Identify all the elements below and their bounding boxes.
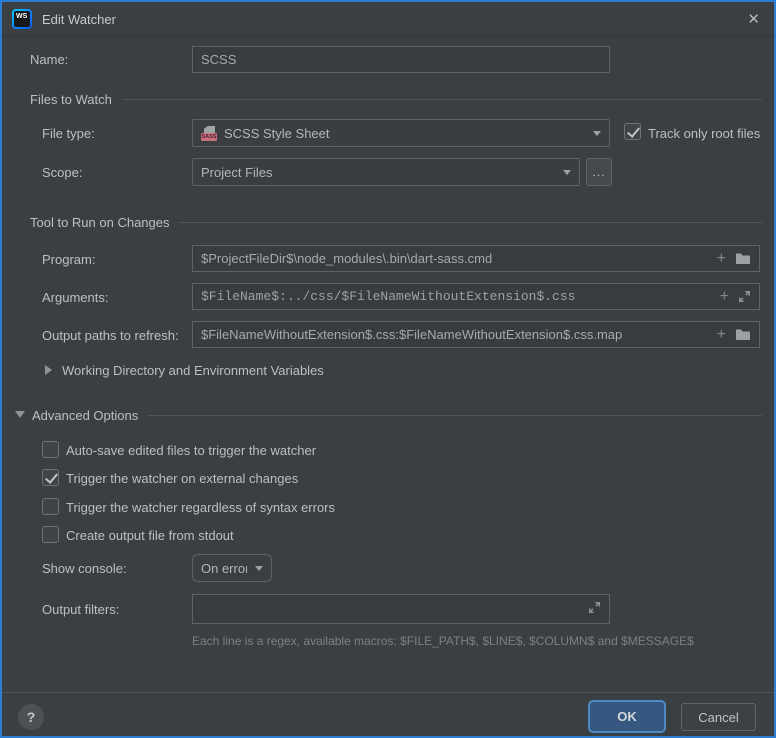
output-paths-value: $FileNameWithoutExtension$.css:$FileName…	[201, 327, 709, 342]
ok-button[interactable]: OK	[588, 700, 666, 733]
dialog-title: Edit Watcher	[42, 12, 116, 27]
file-type-select[interactable]: SASS SCSS Style Sheet	[192, 119, 610, 147]
output-filters-label: Output filters:	[42, 602, 119, 617]
help-button[interactable]: ?	[18, 704, 44, 730]
file-type-value: SCSS Style Sheet	[224, 126, 585, 141]
chevron-down-icon	[255, 566, 263, 571]
close-icon[interactable]: ✕	[747, 10, 760, 28]
files-to-watch-section: Files to Watch	[30, 92, 762, 107]
output-filters-hint: Each line is a regex, available macros: …	[192, 634, 694, 648]
show-console-value: On error	[201, 561, 247, 576]
insert-macro-icon[interactable]: +	[720, 289, 729, 305]
track-root-label: Track only root files	[648, 126, 760, 141]
program-label: Program:	[42, 252, 95, 267]
name-value: SCSS	[201, 52, 601, 67]
tool-section: Tool to Run on Changes	[30, 215, 762, 230]
program-input[interactable]: $ProjectFileDir$\node_modules\.bin\dart-…	[192, 245, 760, 272]
edit-watcher-dialog: WS Edit Watcher ✕ Name: SCSS Files to Wa…	[0, 0, 776, 738]
syntax-errors-label: Trigger the watcher regardless of syntax…	[66, 500, 335, 515]
external-changes-checkbox[interactable]	[42, 469, 59, 486]
section-divider	[122, 99, 762, 100]
arguments-input[interactable]: $FileName$:../css/$FileNameWithoutExtens…	[192, 283, 760, 310]
arguments-value: $FileName$:../css/$FileNameWithoutExtens…	[201, 289, 712, 304]
cancel-button[interactable]: Cancel	[681, 703, 756, 731]
scope-label: Scope:	[42, 165, 82, 180]
title-bar: WS Edit Watcher ✕	[2, 2, 774, 36]
output-paths-input[interactable]: $FileNameWithoutExtension$.css:$FileName…	[192, 321, 760, 348]
working-dir-toggle[interactable]: Working Directory and Environment Variab…	[62, 363, 324, 378]
name-input[interactable]: SCSS	[192, 46, 610, 73]
chevron-down-icon	[593, 131, 601, 136]
webstorm-logo-icon: WS	[12, 9, 32, 29]
expand-icon[interactable]	[588, 601, 601, 614]
output-filters-input[interactable]	[192, 594, 610, 624]
scope-select[interactable]: Project Files	[192, 158, 580, 186]
external-changes-label: Trigger the watcher on external changes	[66, 471, 298, 486]
expand-arrow-icon[interactable]	[15, 411, 25, 418]
file-type-label: File type:	[42, 126, 95, 141]
autosave-checkbox[interactable]	[42, 441, 59, 458]
scope-browse-button[interactable]: ...	[586, 158, 612, 186]
chevron-down-icon	[563, 170, 571, 175]
stdout-checkbox[interactable]	[42, 526, 59, 543]
program-value: $ProjectFileDir$\node_modules\.bin\dart-…	[201, 251, 709, 266]
folder-browse-icon[interactable]	[735, 252, 751, 265]
autosave-label: Auto-save edited files to trigger the wa…	[66, 443, 316, 458]
tool-section-title: Tool to Run on Changes	[30, 215, 169, 230]
webstorm-logo-text: WS	[14, 11, 30, 27]
section-divider	[179, 222, 762, 223]
advanced-options-section: Advanced Options	[32, 408, 762, 423]
name-label: Name:	[30, 52, 68, 67]
scope-value: Project Files	[201, 165, 555, 180]
expand-icon[interactable]	[738, 290, 751, 303]
output-paths-label: Output paths to refresh:	[42, 328, 179, 343]
collapse-arrow-icon[interactable]	[45, 365, 52, 375]
insert-macro-icon[interactable]: +	[717, 327, 726, 343]
syntax-errors-checkbox[interactable]	[42, 498, 59, 515]
show-console-select[interactable]: On error	[192, 554, 272, 582]
footer-divider	[2, 692, 774, 693]
folder-browse-icon[interactable]	[735, 328, 751, 341]
sass-badge: SASS	[201, 133, 217, 141]
stdout-label: Create output file from stdout	[66, 528, 234, 543]
arguments-label: Arguments:	[42, 290, 108, 305]
insert-macro-icon[interactable]: +	[717, 251, 726, 267]
files-to-watch-title: Files to Watch	[30, 92, 112, 107]
scss-file-icon: SASS	[201, 125, 217, 141]
show-console-label: Show console:	[42, 561, 127, 576]
advanced-options-title[interactable]: Advanced Options	[32, 408, 138, 423]
section-divider	[148, 415, 762, 416]
track-root-checkbox[interactable]	[624, 123, 641, 140]
